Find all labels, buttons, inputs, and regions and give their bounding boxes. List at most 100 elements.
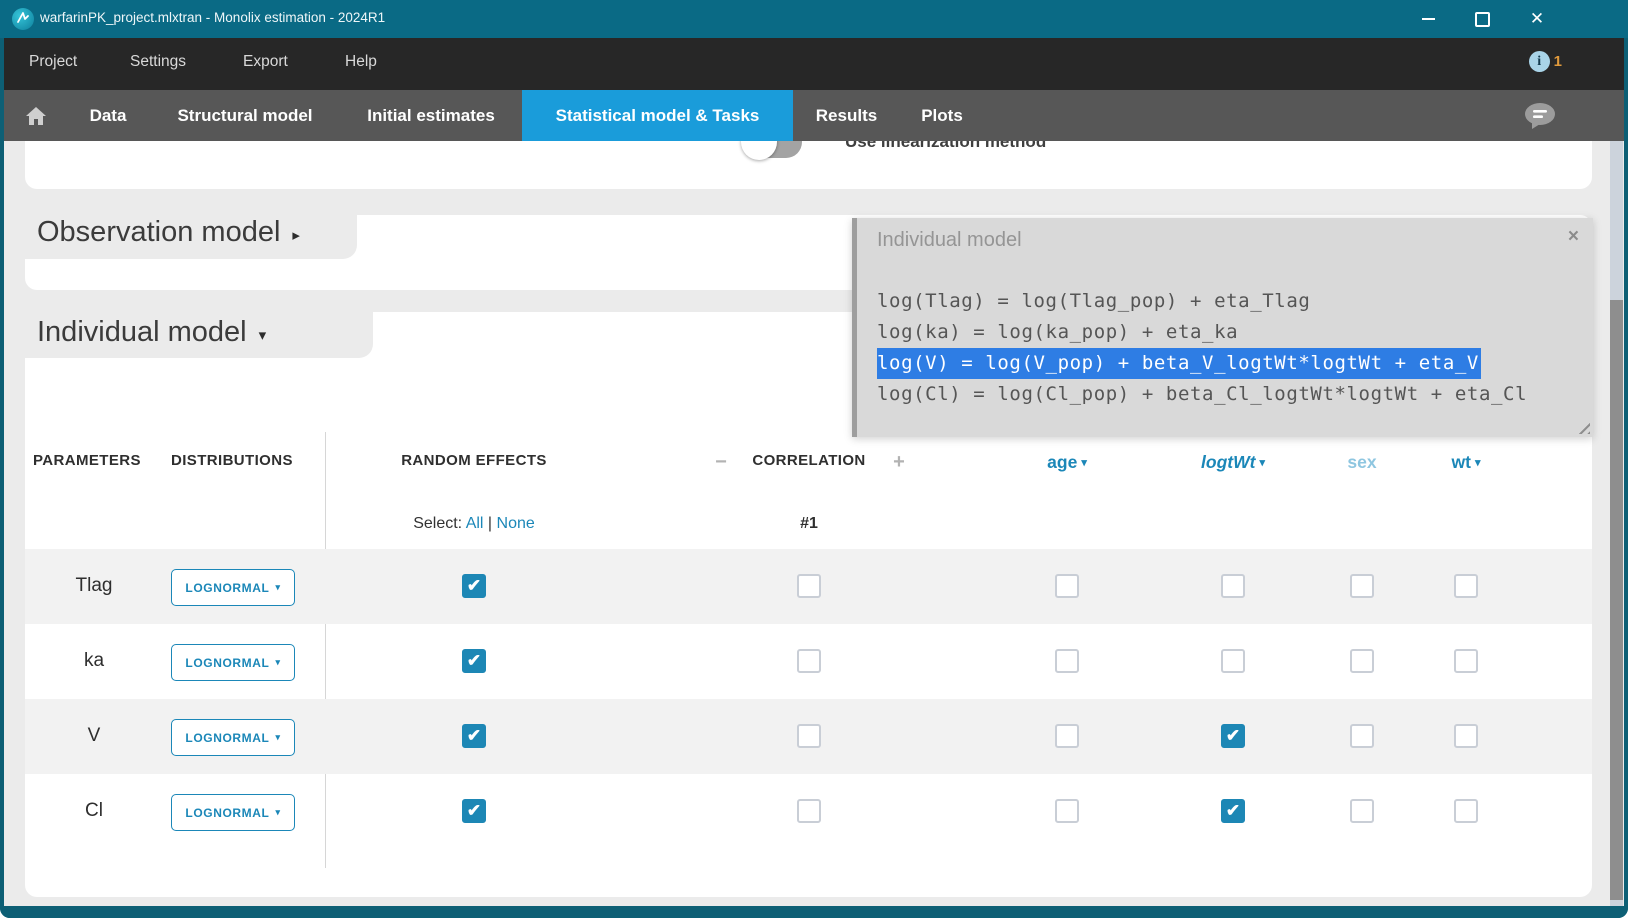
navbar: Data Structural model Initial estimates … [0, 90, 1628, 141]
observation-model-heading[interactable]: Observation model ▸ [37, 216, 300, 249]
cov-logtWt-checkbox-ka[interactable] [1221, 649, 1245, 673]
tab-structural-model[interactable]: Structural model [156, 90, 334, 141]
minimize-button[interactable] [1405, 0, 1451, 38]
random-effects-select-row: Select: All | None [413, 515, 535, 533]
model-equation: log(V) = log(V_pop) + beta_V_logtWt*logt… [877, 348, 1481, 379]
scrollbar-track[interactable] [1610, 141, 1623, 906]
column-header-distributions: DISTRIBUTIONS [171, 452, 293, 469]
cov-wt-checkbox-V[interactable] [1454, 724, 1478, 748]
caret-down-icon: ▾ [275, 657, 280, 668]
caret-down-icon: ▾ [1081, 457, 1087, 469]
correlation-checkbox-Tlag[interactable] [797, 574, 821, 598]
expanded-arrow-icon[interactable]: ▾ [259, 326, 267, 344]
select-label: Select: [413, 515, 462, 532]
model-equation: log(Tlag) = log(Tlag_pop) + eta_Tlag [877, 286, 1527, 317]
caret-down-icon: ▾ [1259, 457, 1265, 469]
menu-settings[interactable]: Settings [130, 53, 186, 71]
tasks-panel-card: Use linearization method [25, 141, 1592, 189]
collapsed-arrow-icon[interactable]: ▸ [292, 226, 300, 244]
cov-logtWt-checkbox-V[interactable]: ✔ [1221, 724, 1245, 748]
menu-export[interactable]: Export [243, 53, 288, 71]
cov-wt-checkbox-Tlag[interactable] [1454, 574, 1478, 598]
window-border-left [0, 38, 4, 908]
titlebar: warfarinPK_project.mlxtran - Monolix est… [0, 0, 1628, 38]
correlation-checkbox-ka[interactable] [797, 649, 821, 673]
parameter-label: Cl [33, 800, 155, 822]
window-border-bottom [0, 906, 1628, 918]
correlation-checkbox-V[interactable] [797, 724, 821, 748]
random-effect-checkbox-ka[interactable]: ✔ [462, 649, 486, 673]
covariate-header-logtWt[interactable]: logtWt▾ [1201, 452, 1265, 473]
select-none-link[interactable]: None [497, 515, 535, 532]
correlation-checkbox-Cl[interactable] [797, 799, 821, 823]
distribution-dropdown-Tlag[interactable]: LOGNORMAL ▾ [171, 569, 295, 606]
cov-sex-checkbox-ka[interactable] [1350, 649, 1374, 673]
cov-age-checkbox-V[interactable] [1055, 724, 1079, 748]
cov-age-checkbox-Tlag[interactable] [1055, 574, 1079, 598]
parameter-label: ka [33, 650, 155, 672]
distribution-label: LOGNORMAL [185, 581, 269, 595]
column-header-correlation: CORRELATION [752, 452, 865, 469]
cov-sex-checkbox-Cl[interactable] [1350, 799, 1374, 823]
cov-sex-checkbox-Tlag[interactable] [1350, 574, 1374, 598]
feedback-bubble-icon[interactable] [1524, 102, 1556, 135]
distribution-label: LOGNORMAL [185, 806, 269, 820]
tab-results[interactable]: Results [807, 90, 886, 141]
parameter-label: Tlag [33, 575, 155, 597]
menu-project[interactable]: Project [29, 53, 77, 71]
distribution-dropdown-V[interactable]: LOGNORMAL ▾ [171, 719, 295, 756]
cov-wt-checkbox-ka[interactable] [1454, 649, 1478, 673]
window-border-right [1624, 38, 1628, 908]
tab-statistical-model-tasks[interactable]: Statistical model & Tasks [522, 90, 793, 141]
distribution-label: LOGNORMAL [185, 731, 269, 745]
tab-plots[interactable]: Plots [906, 90, 978, 141]
observation-model-title: Observation model [37, 216, 280, 249]
covariate-label: wt [1452, 452, 1471, 472]
cov-age-checkbox-Cl[interactable] [1055, 799, 1079, 823]
tab-data[interactable]: Data [76, 90, 140, 141]
close-window-button[interactable]: ✕ [1514, 0, 1560, 38]
tab-initial-estimates[interactable]: Initial estimates [346, 90, 516, 141]
scrollbar-thumb[interactable] [1610, 300, 1623, 900]
caret-down-icon: ▾ [275, 732, 280, 743]
distribution-dropdown-Cl[interactable]: LOGNORMAL ▾ [171, 794, 295, 831]
random-effect-checkbox-Tlag[interactable]: ✔ [462, 574, 486, 598]
info-icon[interactable]: i [1529, 51, 1550, 72]
linearization-toggle-label: Use linearization method [845, 141, 1046, 152]
column-header-random-effects: RANDOM EFFECTS [401, 452, 547, 469]
caret-down-icon: ▾ [275, 807, 280, 818]
notifications[interactable]: i 1 [1529, 51, 1562, 72]
covariate-header-wt[interactable]: wt▾ [1452, 452, 1481, 473]
individual-model-popup: Individual model × log(Tlag) = log(Tlag_… [852, 218, 1593, 437]
menubar: Project Settings Export Help i 1 [0, 38, 1628, 90]
select-all-link[interactable]: All [466, 515, 484, 532]
cov-age-checkbox-ka[interactable] [1055, 649, 1079, 673]
covariate-label: sex [1347, 452, 1376, 472]
popup-title: Individual model [877, 229, 1022, 252]
tab-home[interactable] [10, 90, 62, 141]
menu-help[interactable]: Help [345, 53, 377, 71]
correlation-remove-button[interactable]: − [715, 451, 727, 474]
cov-logtWt-checkbox-Tlag[interactable] [1221, 574, 1245, 598]
close-icon[interactable]: × [1568, 226, 1579, 248]
window-frame: Use linearization method Observation mod… [0, 0, 1628, 918]
cov-sex-checkbox-V[interactable] [1350, 724, 1374, 748]
model-equation: log(ka) = log(ka_pop) + eta_ka [877, 317, 1527, 348]
covariate-header-sex[interactable]: sex [1347, 452, 1376, 473]
distribution-dropdown-ka[interactable]: LOGNORMAL▾ [171, 644, 295, 681]
cov-wt-checkbox-Cl[interactable] [1454, 799, 1478, 823]
column-header-parameters: PARAMETERS [33, 452, 141, 469]
caret-down-icon: ▾ [275, 582, 280, 593]
monolix-logo-icon [12, 8, 34, 30]
cov-logtWt-checkbox-Cl[interactable]: ✔ [1221, 799, 1245, 823]
window-title: warfarinPK_project.mlxtran - Monolix est… [40, 10, 385, 25]
select-separator: | [488, 515, 492, 532]
maximize-button[interactable] [1459, 0, 1505, 38]
correlation-group-label: #1 [800, 515, 818, 533]
correlation-add-button[interactable]: + [893, 451, 905, 474]
resize-grip-icon[interactable] [1577, 421, 1590, 434]
individual-model-heading[interactable]: Individual model ▾ [37, 316, 266, 349]
random-effect-checkbox-Cl[interactable]: ✔ [462, 799, 486, 823]
random-effect-checkbox-V[interactable]: ✔ [462, 724, 486, 748]
covariate-header-age[interactable]: age▾ [1047, 452, 1087, 473]
